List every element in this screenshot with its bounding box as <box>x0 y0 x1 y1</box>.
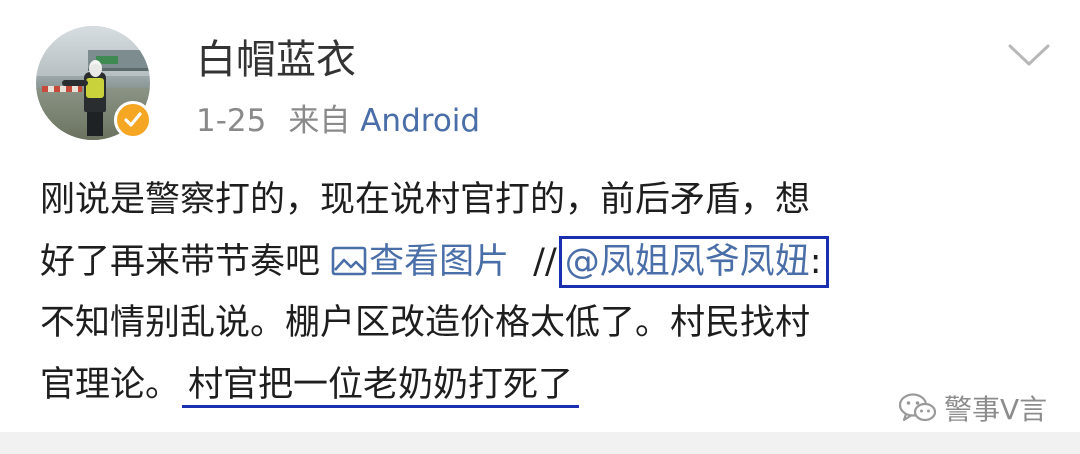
source-link[interactable]: Android <box>360 103 480 139</box>
post-time: 1-25 <box>196 103 267 139</box>
author-name[interactable]: 白帽蓝衣 <box>196 34 356 86</box>
post-body: 刚说是警察打的，现在说村官打的，前后矛盾，想 好了再来带节奏吧 查看图片 //@凤… <box>40 170 1050 416</box>
view-image-link[interactable]: 查看图片 <box>331 242 509 282</box>
mention-colon: : <box>809 241 822 282</box>
highlight-box: @凤姐凤爷凤妞: <box>558 235 829 288</box>
avatar-officer-legs <box>87 110 103 136</box>
picture-icon <box>331 246 367 275</box>
body-line-2-text: 好了再来带节奏吧 <box>40 241 321 282</box>
avatar-officer-arm <box>62 80 88 86</box>
checkmark-icon <box>124 112 142 127</box>
mention-link[interactable]: @凤姐凤爷凤妞 <box>565 242 810 282</box>
wechat-icon <box>898 393 937 422</box>
post-meta: 1-25 来自 Android <box>196 100 480 142</box>
chevron-down-icon[interactable] <box>1006 40 1052 70</box>
view-image-label: 查看图片 <box>369 241 510 282</box>
verified-badge-icon <box>114 101 152 139</box>
underlined-claim: 村官把一位老奶奶打死了 <box>182 364 580 408</box>
body-line-4-text: 官理论。 <box>40 364 181 405</box>
bottom-divider <box>0 432 1080 454</box>
avatar-barrier <box>42 86 82 92</box>
body-line-1: 刚说是警察打的，现在说村官打的，前后矛盾，想 <box>40 180 811 220</box>
watermark-text: 警事V言 <box>944 393 1048 426</box>
forward-separator: // <box>533 241 557 282</box>
weibo-post-card: 白帽蓝衣 1-25 来自 Android 刚说是警察打的，现在说村官打的，前后矛盾… <box>0 0 1080 432</box>
body-line-2: 好了再来带节奏吧 查看图片 //@凤姐凤爷凤妞: <box>40 232 1050 294</box>
avatar-officer-head <box>89 60 102 77</box>
body-line-3: 不知情别乱说。棚户区改造价格太低了。村民找村 <box>40 303 811 343</box>
avatar-officer-vest <box>86 78 104 98</box>
source-prefix: 来自 <box>288 103 351 139</box>
watermark: 警事V言 <box>898 388 1047 428</box>
